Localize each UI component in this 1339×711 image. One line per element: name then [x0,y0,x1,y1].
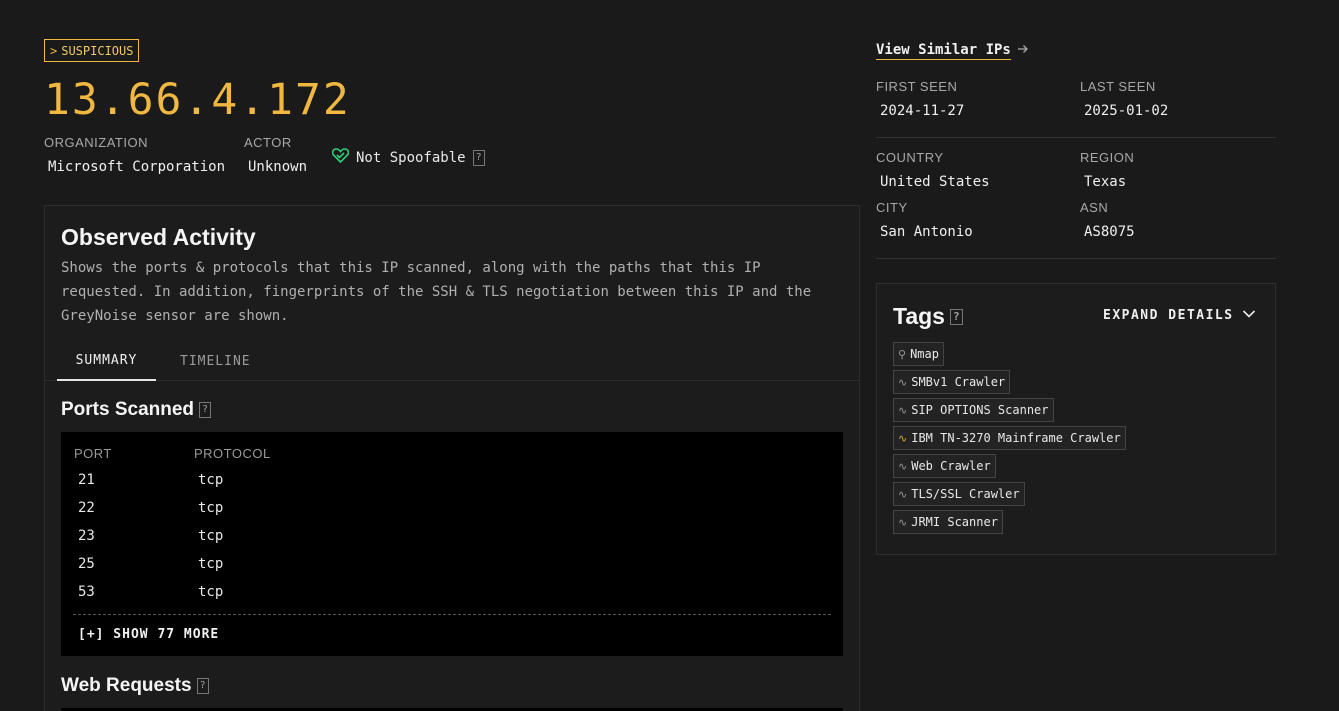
tag-label: SMBv1 Crawler [911,375,1006,389]
show-more-button[interactable]: [+] SHOW 77 MORE [78,627,219,642]
port-cell: 53 [78,584,95,600]
protocol-cell: tcp [198,556,224,572]
arrow-right-icon [1017,43,1029,59]
tag-label: Nmap [910,347,939,361]
web-requests-title: Web Requests ? [61,675,209,697]
ports-table: PORT PROTOCOL 21 tcp 22 tcp 23 tcp 25 tc… [61,432,843,656]
asn-value: AS8075 [1084,224,1135,240]
view-similar-ips-label: View Similar IPs [876,42,1011,60]
port-cell: 21 [78,472,95,488]
activity-icon: ∿ [898,431,908,445]
divider [876,137,1276,138]
protocol-cell: tcp [198,472,224,488]
tag-label: IBM TN-3270 Mainframe Crawler [911,431,1121,445]
activity-icon: ∿ [898,515,908,529]
column-header-port: PORT [74,446,112,461]
observed-activity-panel: Observed Activity Shows the ports & prot… [44,205,860,711]
spoofable-status: Not Spoofable ? [331,148,485,167]
observed-activity-description: Shows the ports & protocols that this IP… [61,260,812,324]
expand-details-label: EXPAND DETAILS [1103,308,1234,323]
ip-address: 13.66.4.172 [44,75,351,125]
asn-label: ASN [1080,200,1109,215]
divider [876,258,1276,259]
port-cell: 22 [78,500,95,516]
tag-label: JRMI Scanner [911,515,998,529]
actor-value: Unknown [248,159,308,175]
activity-icon: ∿ [898,487,908,501]
ports-scanned-title: Ports Scanned ? [61,399,212,421]
first-seen-label: FIRST SEEN [876,79,958,94]
help-icon[interactable]: ? [949,308,963,325]
view-similar-ips-link[interactable]: View Similar IPs [876,42,1029,60]
organization-label: ORGANIZATION [44,135,148,150]
tag-chip[interactable]: ∿ SIP OPTIONS Scanner [893,398,1054,422]
tag-chip[interactable]: ∿ JRMI Scanner [893,510,1003,534]
chevron-down-icon [1242,308,1256,323]
classification-badge: > SUSPICIOUS [44,39,140,62]
activity-icon: ∿ [898,459,908,473]
tab-timeline[interactable]: TIMELINE [180,341,251,381]
tag-label: SIP OPTIONS Scanner [911,403,1049,417]
city-value: San Antonio [880,224,973,240]
tag-chip[interactable]: ∿ IBM TN-3270 Mainframe Crawler [893,426,1126,450]
table-divider [73,614,831,615]
help-icon[interactable]: ? [199,402,212,418]
activity-tabs: SUMMARY TIMELINE [45,341,859,381]
protocol-cell: tcp [198,584,224,600]
column-header-protocol: PROTOCOL [194,446,271,461]
help-icon[interactable]: ? [472,149,485,166]
port-cell: 23 [78,528,95,544]
protocol-cell: tcp [198,528,224,544]
tags-title: Tags ? [893,303,963,330]
tag-chip[interactable]: ⚲ Nmap [893,342,944,366]
tag-chip[interactable]: ∿ Web Crawler [893,454,996,478]
chevron-right-icon: > [50,43,58,58]
last-seen-label: LAST SEEN [1080,79,1156,94]
ports-scanned-label: Ports Scanned [61,399,195,420]
port-cell: 25 [78,556,95,572]
web-requests-label: Web Requests [61,675,192,696]
city-label: CITY [876,200,908,215]
organization-value: Microsoft Corporation [48,159,226,175]
protocol-cell: tcp [198,500,224,516]
tags-title-label: Tags [893,303,945,329]
activity-icon: ∿ [898,375,908,389]
tab-summary[interactable]: SUMMARY [57,341,156,381]
heart-icon [331,148,350,167]
country-value: United States [880,174,990,190]
classification-label: SUSPICIOUS [61,43,134,58]
region-value: Texas [1084,174,1127,190]
tag-chip[interactable]: ∿ TLS/SSL Crawler [893,482,1025,506]
tags-panel: Tags ? EXPAND DETAILS ⚲ Nmap ∿ SMBv1 Cra… [876,283,1276,555]
first-seen-value: 2024-11-27 [880,103,965,119]
region-label: REGION [1080,150,1135,165]
observed-activity-title: Observed Activity [61,224,256,250]
last-seen-value: 2025-01-02 [1084,103,1169,119]
tag-label: Web Crawler [911,459,991,473]
spoofable-text: Not Spoofable [356,149,466,166]
tag-label: TLS/SSL Crawler [911,487,1020,501]
actor-label: ACTOR [244,135,292,150]
country-label: COUNTRY [876,150,944,165]
expand-details-button[interactable]: EXPAND DETAILS [1103,308,1256,323]
help-icon[interactable]: ? [196,678,209,694]
activity-icon: ∿ [898,403,908,417]
tag-chip[interactable]: ∿ SMBv1 Crawler [893,370,1011,394]
wrench-icon: ⚲ [898,347,907,361]
